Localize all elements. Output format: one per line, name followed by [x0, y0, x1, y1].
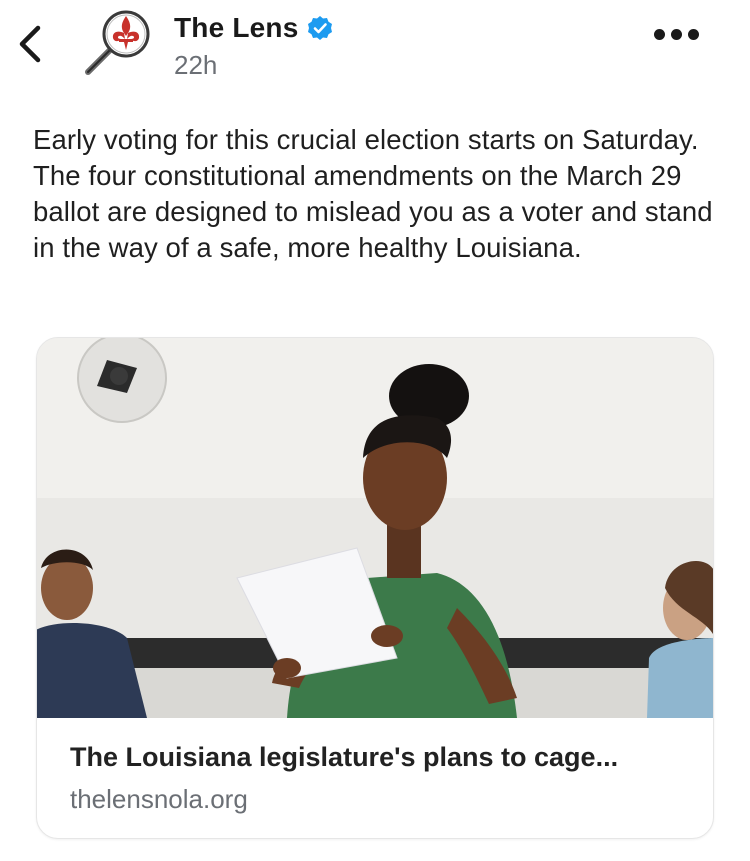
account-name[interactable]: The Lens — [174, 12, 299, 44]
back-button[interactable] — [14, 22, 50, 66]
article-thumbnail-image[interactable] — [37, 338, 713, 718]
classroom-photo-illustration — [37, 338, 713, 718]
more-dot-icon — [654, 28, 665, 40]
more-dot-icon — [688, 28, 699, 40]
chevron-left-icon — [19, 25, 41, 63]
account-name-row[interactable]: The Lens — [174, 8, 333, 48]
link-card-title[interactable]: The Louisiana legislature's plans to cag… — [70, 742, 618, 773]
more-dot-icon — [671, 28, 682, 40]
link-preview-card[interactable]: The Louisiana legislature's plans to cag… — [36, 337, 714, 839]
post-body-text: Early voting for this crucial election s… — [33, 124, 713, 263]
link-card-domain: thelensnola.org — [70, 784, 248, 814]
more-options-button[interactable] — [654, 26, 706, 42]
verified-badge-icon — [307, 16, 332, 40]
post-timestamp: 22h — [174, 50, 218, 80]
post-header: The Lens 22h — [0, 0, 750, 100]
fleur-de-lis-magnifier-icon — [85, 10, 150, 75]
avatar[interactable] — [80, 8, 156, 76]
